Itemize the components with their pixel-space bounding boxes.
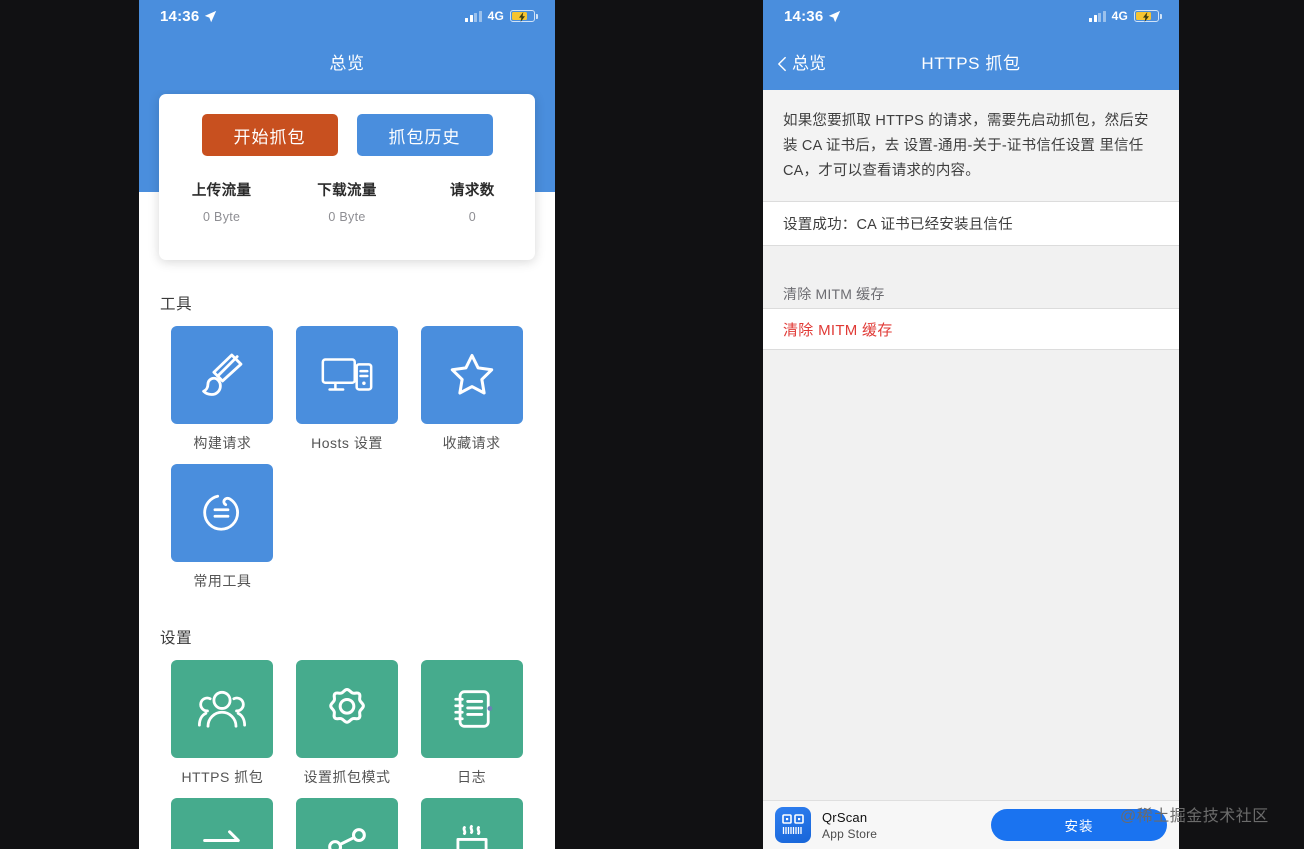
nav-bar-left: 总览 xyxy=(139,32,555,90)
tile-label: 收藏请求 xyxy=(442,435,501,451)
coffee-cup-icon xyxy=(420,798,523,849)
status-bar-left: 14:36 4G xyxy=(139,0,555,32)
network-type-label: 4G xyxy=(1111,9,1128,23)
instructions-text: 如果您要抓取 HTTPS 的请求，需要先启动抓包，然后安装 CA 证书后，去 设… xyxy=(763,90,1179,201)
setting-coffee[interactable] xyxy=(409,798,534,849)
battery-charging-icon xyxy=(1134,10,1162,22)
settings-grid: HTTPS 抓包 设置抓包模式 日志 xyxy=(139,660,555,849)
status-time: 14:36 xyxy=(160,7,200,25)
setting-share[interactable] xyxy=(285,798,410,849)
overview-body: 开始抓包 抓包历史 上传流量 0 Byte 下载流量 0 Byte 请求数 0 xyxy=(139,90,555,849)
section-gap xyxy=(763,246,1179,280)
screenshot-stage: 14:36 4G 总览 开始抓包 抓包历史 上传流量 0 Byte 下载流量 0… xyxy=(0,0,1304,849)
stat-upload: 上传流量 0 Byte xyxy=(159,179,284,224)
card-button-row: 开始抓包 抓包历史 xyxy=(201,114,493,156)
tool-hosts-settings[interactable]: Hosts 设置 xyxy=(285,326,410,453)
tile-label: 构建请求 xyxy=(193,435,252,451)
back-label: 总览 xyxy=(792,53,826,73)
phone-screen-overview: 14:36 4G 总览 开始抓包 抓包历史 上传流量 0 Byte 下载流量 0… xyxy=(139,0,555,849)
stat-value: 0 Byte xyxy=(203,210,241,224)
clear-mitm-cache-button[interactable]: 清除 MITM 缓存 xyxy=(763,308,1179,350)
section-title-settings: 设置 xyxy=(160,630,193,647)
status-bar-left-group: 14:36 xyxy=(784,8,841,25)
network-type-label: 4G xyxy=(487,9,504,23)
summary-card: 开始抓包 抓包历史 上传流量 0 Byte 下载流量 0 Byte 请求数 0 xyxy=(159,94,535,260)
star-icon xyxy=(420,326,523,424)
status-bar-right: 14:36 4G xyxy=(763,0,1179,32)
banner-app-name: QrScan xyxy=(822,809,868,825)
tools-grid: 构建请求 Hosts 设置 收藏请求 常用工具 xyxy=(139,326,555,602)
section-title-tools: 工具 xyxy=(160,296,193,313)
gear-icon xyxy=(295,660,398,758)
tool-build-request[interactable]: 构建请求 xyxy=(160,326,285,453)
setting-transfer[interactable] xyxy=(160,798,285,849)
chevron-left-icon xyxy=(777,56,788,71)
stat-label: 上传流量 xyxy=(191,183,252,199)
status-bar-left-group: 14:36 xyxy=(160,8,217,25)
transfer-arrows-icon xyxy=(171,798,274,849)
tile-label: HTTPS 抓包 xyxy=(181,769,264,785)
nav-bar-right: 总览 HTTPS 抓包 xyxy=(763,32,1179,90)
stat-value: 0 xyxy=(468,210,476,224)
people-group-icon xyxy=(171,660,274,758)
https-settings-body: 如果您要抓取 HTTPS 的请求，需要先启动抓包，然后安装 CA 证书后，去 设… xyxy=(763,90,1179,849)
status-bar-right-group: 4G xyxy=(1089,9,1162,23)
back-button[interactable]: 总览 xyxy=(763,49,826,74)
page-title: 总览 xyxy=(329,53,365,73)
location-arrow-icon xyxy=(828,10,841,23)
ca-status-row: 设置成功：CA 证书已经安装且信任 xyxy=(763,201,1179,246)
notebook-icon xyxy=(420,660,523,758)
stat-label: 下载流量 xyxy=(317,183,377,199)
tile-label: 日志 xyxy=(457,769,487,785)
watermark: @稀土掘金技术社区 xyxy=(1120,808,1269,825)
status-time: 14:36 xyxy=(784,7,824,25)
share-nodes-icon xyxy=(295,798,398,849)
status-bar-right-group: 4G xyxy=(465,9,538,23)
stat-label: 请求数 xyxy=(449,183,495,199)
tile-label: 常用工具 xyxy=(193,573,252,589)
tile-label: Hosts 设置 xyxy=(311,435,383,451)
tool-common-tools[interactable]: 常用工具 xyxy=(160,464,285,591)
tile-label: 设置抓包模式 xyxy=(303,769,391,785)
group-header-clear-mitm: 清除 MITM 缓存 xyxy=(763,280,1179,308)
stat-download: 下载流量 0 Byte xyxy=(284,179,409,224)
setting-logs[interactable]: 日志 xyxy=(409,660,534,787)
app-install-banner: QrScan App Store 安装 xyxy=(763,800,1179,849)
qrcode-scan-icon xyxy=(775,807,811,843)
start-capture-button[interactable]: 开始抓包 xyxy=(201,114,338,156)
paintbrush-icon xyxy=(171,326,274,424)
phone-screen-https-capture: 14:36 4G 总览 HTTPS 抓包 如果您要抓取 HTTPS 的请求，需要… xyxy=(763,0,1179,849)
stat-requests: 请求数 0 xyxy=(410,179,535,224)
desktop-computer-icon xyxy=(295,326,398,424)
capture-history-button[interactable]: 抓包历史 xyxy=(356,114,493,156)
banner-text-group: QrScan App Store xyxy=(822,810,877,841)
setting-https-capture[interactable]: HTTPS 抓包 xyxy=(160,660,285,787)
signal-bars-icon xyxy=(1089,10,1106,22)
banner-app-source: App Store xyxy=(822,826,878,841)
setting-capture-mode[interactable]: 设置抓包模式 xyxy=(285,660,410,787)
battery-charging-icon xyxy=(510,10,538,22)
location-arrow-icon xyxy=(204,10,217,23)
tool-favorite-requests[interactable]: 收藏请求 xyxy=(409,326,534,453)
signal-bars-icon xyxy=(465,10,482,22)
stats-row: 上传流量 0 Byte 下载流量 0 Byte 请求数 0 xyxy=(159,179,535,224)
stat-value: 0 Byte xyxy=(328,210,366,224)
toolbox-circle-icon xyxy=(171,464,274,562)
